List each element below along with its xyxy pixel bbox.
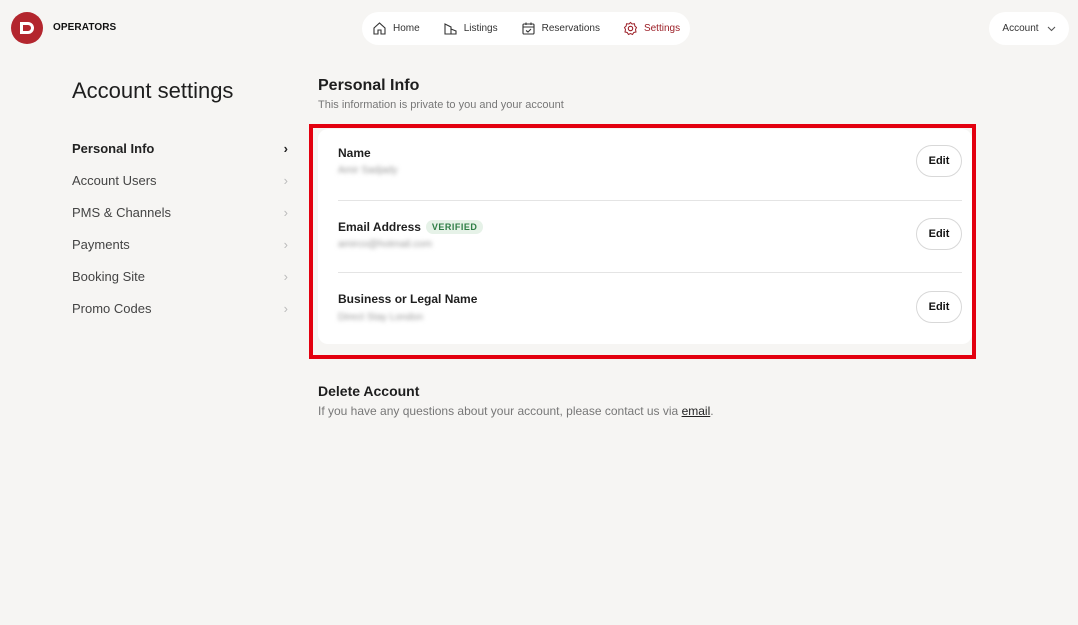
brand-name: OPERATORS: [53, 22, 117, 33]
chevron-right-icon: ›: [283, 236, 288, 252]
sidebar-item-pms-channels[interactable]: PMS & Channels ›: [72, 196, 290, 228]
nav-reservations-label: Reservations: [541, 23, 600, 34]
delete-account-suffix: .: [710, 404, 714, 418]
sidebar-item-booking-site[interactable]: Booking Site ›: [72, 260, 290, 292]
chevron-right-icon: ›: [283, 268, 288, 284]
home-icon: [372, 21, 387, 36]
page-title: Account settings: [72, 78, 234, 103]
nav-reservations[interactable]: Reservations: [521, 21, 600, 36]
calendar-icon: [521, 21, 536, 36]
sidebar-item-label: Personal Info: [72, 140, 155, 156]
chevron-right-icon: ›: [283, 172, 288, 188]
gear-icon: [623, 21, 638, 36]
sidebar-item-payments[interactable]: Payments ›: [72, 228, 290, 260]
section-title: Personal Info: [318, 77, 420, 94]
section-subtitle: This information is private to you and y…: [318, 99, 564, 111]
sidebar-item-label: Account Users: [72, 172, 157, 188]
sidebar-item-personal-info[interactable]: Personal Info ›: [72, 132, 290, 164]
sidebar-item-label: Booking Site: [72, 268, 145, 284]
logo-d-icon: [20, 22, 34, 34]
chevron-right-icon: ›: [283, 140, 288, 156]
brand-logo[interactable]: [11, 12, 43, 44]
highlight-box: [309, 124, 976, 359]
nav-listings[interactable]: Listings: [443, 21, 498, 36]
nav-settings-label: Settings: [643, 23, 681, 34]
nav-settings[interactable]: Settings: [623, 21, 680, 36]
sidebar-item-label: PMS & Channels: [72, 204, 171, 220]
nav-home[interactable]: Home: [372, 21, 420, 36]
delete-account-message: If you have any questions about your acc…: [318, 404, 679, 418]
chevron-down-icon: [1047, 26, 1056, 32]
main-nav: Home Listings Reservations Settings: [362, 12, 690, 45]
listings-icon: [443, 21, 458, 36]
sidebar-item-label: Promo Codes: [72, 300, 152, 316]
delete-account-title: Delete Account: [318, 383, 420, 399]
sidebar-item-promo-codes[interactable]: Promo Codes ›: [72, 292, 290, 324]
nav-home-label: Home: [393, 23, 420, 34]
settings-sidebar: Personal Info › Account Users › PMS & Ch…: [72, 132, 290, 324]
account-menu-label: Account: [1002, 23, 1039, 34]
chevron-right-icon: ›: [283, 300, 288, 316]
account-menu-button[interactable]: Account: [989, 12, 1069, 45]
chevron-right-icon: ›: [283, 204, 288, 220]
sidebar-item-account-users[interactable]: Account Users ›: [72, 164, 290, 196]
email-link[interactable]: email: [682, 404, 711, 418]
nav-listings-label: Listings: [463, 23, 498, 34]
delete-account-text: If you have any questions about your acc…: [318, 404, 714, 418]
sidebar-item-label: Payments: [72, 236, 130, 252]
